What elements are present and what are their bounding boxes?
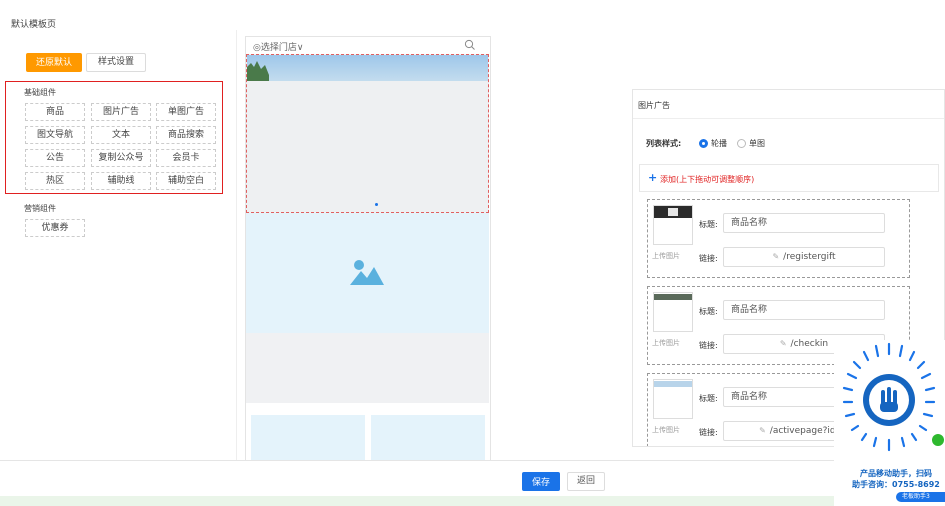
add-item-text[interactable]: 添加(上下拖动可调整顺序) bbox=[660, 174, 754, 185]
edit-icon: ✎ bbox=[759, 426, 766, 435]
back-button[interactable]: 返回 bbox=[567, 472, 605, 491]
component-blank-space[interactable]: 辅助空白 bbox=[156, 172, 216, 190]
style-single-label[interactable]: 单图 bbox=[749, 138, 765, 149]
add-item-row[interactable]: + 添加(上下拖动可调整顺序) bbox=[639, 164, 939, 192]
carousel-indicator-dot[interactable] bbox=[375, 203, 378, 206]
tree-image-icon bbox=[247, 61, 269, 81]
link-value: /registergift bbox=[783, 252, 836, 262]
title-label: 标题: bbox=[699, 394, 718, 403]
component-text[interactable]: 文本 bbox=[91, 126, 151, 144]
plus-icon[interactable]: + bbox=[648, 172, 657, 183]
component-image-text-nav[interactable]: 图文导航 bbox=[25, 126, 85, 144]
carousel-preview[interactable] bbox=[246, 54, 489, 213]
column-divider bbox=[236, 30, 237, 460]
title-input[interactable]: 商品名称 bbox=[723, 213, 885, 233]
image-placeholder-icon bbox=[350, 260, 384, 285]
qr-caption-line1: 产品移动助手，扫码 bbox=[860, 469, 932, 478]
link-label: 链接: bbox=[699, 254, 718, 263]
title-label: 标题: bbox=[699, 220, 718, 229]
qr-badge[interactable]: 老板助手3 bbox=[896, 492, 945, 502]
upload-image-thumb[interactable] bbox=[653, 205, 693, 245]
product-card[interactable] bbox=[371, 415, 485, 461]
footer-bar bbox=[0, 460, 945, 496]
page-title: 默认模板页 bbox=[11, 20, 57, 30]
qr-code-overlay[interactable]: 产品移动助手，扫码 助手咨询：0755-8692 老板助手3 bbox=[834, 340, 945, 506]
component-image-ad[interactable]: 图片广告 bbox=[91, 103, 151, 121]
product-card[interactable] bbox=[251, 415, 365, 461]
component-product-search[interactable]: 商品搜索 bbox=[156, 126, 216, 144]
link-label: 链接: bbox=[699, 428, 718, 437]
component-coupon[interactable]: 优惠券 bbox=[25, 219, 85, 237]
style-settings-button[interactable]: 样式设置 bbox=[86, 53, 146, 72]
carousel-image bbox=[247, 55, 488, 81]
marketing-components-label: 营销组件 bbox=[24, 204, 56, 213]
upload-image-label: 上传图片 bbox=[652, 339, 680, 347]
style-carousel-radio[interactable] bbox=[699, 139, 708, 148]
blank-area bbox=[246, 333, 489, 403]
reset-default-button[interactable]: 还原默认 bbox=[26, 53, 82, 72]
image-ad-placeholder[interactable] bbox=[246, 213, 489, 333]
component-member-card[interactable]: 会员卡 bbox=[156, 149, 216, 167]
mobile-preview: ◎选择门店∨ bbox=[245, 36, 491, 461]
image-thumbnail-icon bbox=[654, 381, 692, 387]
edit-icon: ✎ bbox=[779, 339, 787, 348]
component-hotspot[interactable]: 热区 bbox=[25, 172, 85, 190]
component-product[interactable]: 商品 bbox=[25, 103, 85, 121]
component-single-image-ad[interactable]: 单图广告 bbox=[156, 103, 216, 121]
ad-item[interactable]: 上传图片 标题: 商品名称 链接: ✎/registergift bbox=[647, 199, 910, 278]
search-icon[interactable] bbox=[464, 39, 476, 51]
link-value: /checkin bbox=[790, 339, 829, 349]
upload-image-thumb[interactable] bbox=[653, 379, 693, 419]
list-style-label: 列表样式: bbox=[646, 139, 682, 148]
upload-image-label: 上传图片 bbox=[652, 252, 680, 260]
upload-image-label: 上传图片 bbox=[652, 426, 680, 434]
save-button[interactable]: 保存 bbox=[522, 472, 560, 491]
panel-divider bbox=[633, 118, 944, 119]
store-select-text[interactable]: ◎选择门店∨ bbox=[253, 40, 303, 53]
title-input[interactable]: 商品名称 bbox=[723, 300, 885, 320]
edit-icon: ✎ bbox=[772, 252, 780, 261]
link-input[interactable]: ✎/registergift bbox=[723, 247, 885, 267]
store-search-bar[interactable]: ◎选择门店∨ bbox=[246, 37, 490, 54]
basic-components-label: 基础组件 bbox=[24, 88, 56, 97]
style-carousel-label[interactable]: 轮播 bbox=[711, 138, 727, 149]
image-thumbnail-icon bbox=[654, 294, 692, 300]
component-copy-official-account[interactable]: 复制公众号 bbox=[91, 149, 151, 167]
component-notice[interactable]: 公告 bbox=[25, 149, 85, 167]
link-label: 链接: bbox=[699, 341, 718, 350]
title-label: 标题: bbox=[699, 307, 718, 316]
panel-title: 图片广告 bbox=[638, 101, 670, 110]
qr-caption-line2: 助手咨询：0755-8692 bbox=[852, 480, 940, 489]
image-thumbnail-icon bbox=[654, 206, 692, 218]
qr-code-icon bbox=[842, 342, 944, 452]
upload-image-thumb[interactable] bbox=[653, 292, 693, 332]
style-single-radio[interactable] bbox=[737, 139, 746, 148]
component-divider-line[interactable]: 辅助线 bbox=[91, 172, 151, 190]
